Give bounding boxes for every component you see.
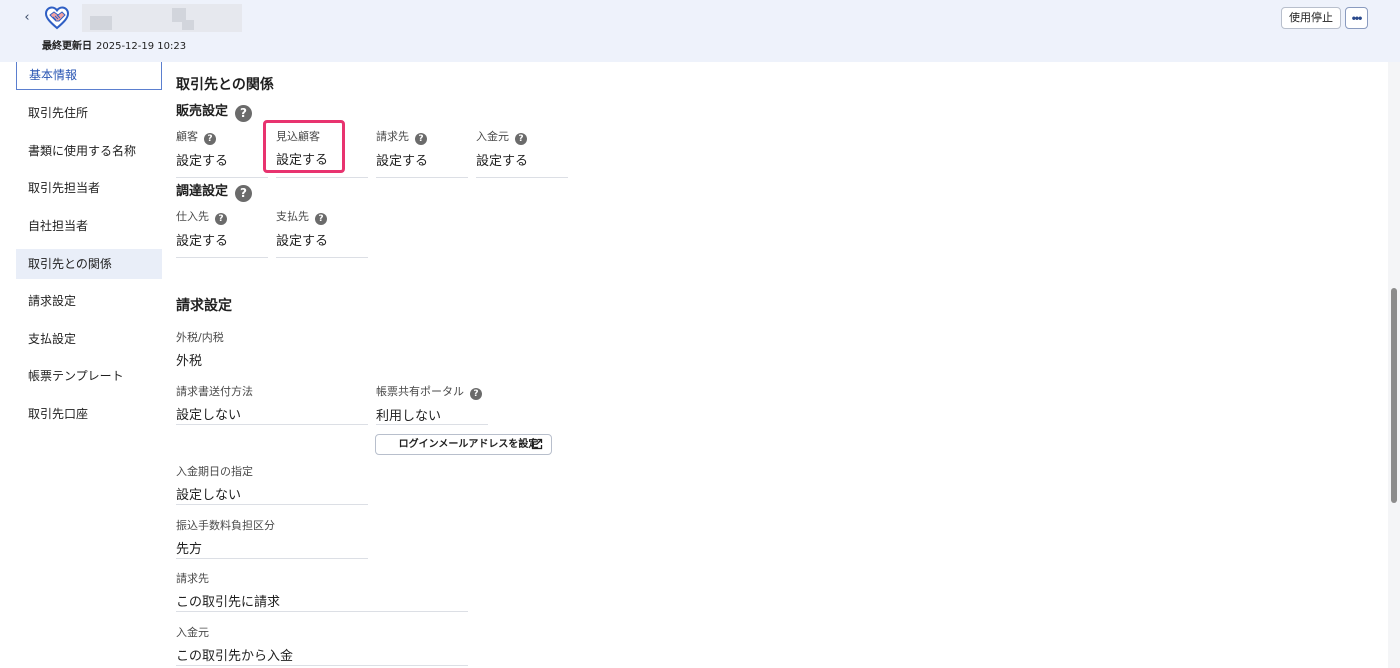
due-date-field: 入金期日の指定 設定しない bbox=[176, 463, 368, 505]
supplier-help-icon[interactable]: ? bbox=[215, 213, 227, 225]
vertical-scrollbar[interactable] bbox=[1388, 62, 1400, 668]
last-updated-label: 最終更新日 bbox=[42, 41, 92, 52]
portal-label: 帳票共有ポータル bbox=[376, 385, 464, 398]
portal-help-icon[interactable]: ? bbox=[470, 388, 482, 400]
supplier-label: 仕入先 bbox=[176, 210, 209, 223]
more-options-button[interactable]: ••• bbox=[1345, 7, 1368, 29]
due-date-value: 設定しない bbox=[176, 488, 242, 503]
payee-label: 支払先 bbox=[276, 210, 309, 223]
tax-type-field: 外税/内税 外税 bbox=[176, 329, 368, 379]
sales-settings-heading: 販売設定? bbox=[176, 100, 253, 122]
send-method-value: 設定しない bbox=[176, 408, 242, 423]
sidebar-item-bank-account[interactable]: 取引先口座 bbox=[16, 399, 162, 429]
send-method-field: 請求書送付方法 設定しない bbox=[176, 383, 368, 425]
set-login-email-button[interactable]: ログインメールアドレスを設定 bbox=[375, 434, 552, 455]
sidebar-item-form-template[interactable]: 帳票テンプレート bbox=[16, 361, 162, 391]
portal-field: 帳票共有ポータル? 利用しない bbox=[376, 383, 488, 425]
payer-value: 設定する bbox=[476, 154, 529, 169]
relationship-section-title: 取引先との関係 bbox=[176, 77, 274, 93]
transfer-fee-label: 振込手数料負担区分 bbox=[176, 519, 275, 532]
supplier-value: 設定する bbox=[176, 234, 229, 249]
back-chevron-icon[interactable]: ‹ bbox=[19, 9, 35, 27]
sidebar-item-partner-contact[interactable]: 取引先担当者 bbox=[16, 173, 162, 203]
last-updated-value: 2025-12-19 10:23 bbox=[96, 41, 187, 52]
record-header: ‹ 最終更新日 2025-12-19 10:23 使用停止 ••• bbox=[0, 0, 1400, 62]
tax-type-label: 外税/内税 bbox=[176, 331, 224, 344]
portal-value: 利用しない bbox=[376, 409, 442, 424]
customer-label: 顧客 bbox=[176, 130, 198, 143]
payee-field: 支払先? 設定する bbox=[276, 208, 368, 258]
scrollbar-thumb[interactable] bbox=[1391, 288, 1397, 503]
supplier-field: 仕入先? 設定する bbox=[176, 208, 268, 258]
set-login-email-label: ログインメールアドレスを設定 bbox=[398, 439, 539, 450]
deactivate-button[interactable]: 使用停止 bbox=[1281, 7, 1341, 29]
sales-help-icon[interactable]: ? bbox=[235, 105, 253, 122]
prospect-highlight-box bbox=[263, 120, 345, 173]
sidebar-item-address[interactable]: 取引先住所 bbox=[16, 98, 162, 128]
sidebar-item-billing-settings[interactable]: 請求設定 bbox=[16, 286, 162, 316]
payee-help-icon[interactable]: ? bbox=[315, 213, 327, 225]
sidebar-item-document-name[interactable]: 書類に使用する名称 bbox=[16, 136, 162, 166]
billing-payer-value: この取引先から入金 bbox=[176, 649, 294, 664]
send-method-label: 請求書送付方法 bbox=[176, 385, 253, 398]
payee-value: 設定する bbox=[276, 234, 329, 249]
billing-bill-to-value: この取引先に請求 bbox=[176, 595, 281, 610]
tax-type-value: 外税 bbox=[176, 354, 203, 369]
billing-bill-to-field: 請求先 この取引先に請求 bbox=[176, 570, 468, 612]
last-updated: 最終更新日 2025-12-19 10:23 bbox=[42, 37, 186, 52]
bill-to-label: 請求先 bbox=[376, 130, 409, 143]
sidebar-item-payment-settings[interactable]: 支払設定 bbox=[16, 324, 162, 354]
billing-payer-label: 入金元 bbox=[176, 626, 209, 639]
billing-bill-to-label: 請求先 bbox=[176, 572, 209, 585]
bill-to-value: 設定する bbox=[376, 154, 429, 169]
external-link-icon bbox=[531, 438, 543, 450]
customer-value: 設定する bbox=[176, 154, 229, 169]
handshake-heart-logo-icon bbox=[44, 6, 70, 30]
partner-name-redacted bbox=[82, 4, 242, 32]
procurement-settings-title: 調達設定 bbox=[176, 184, 229, 199]
sidebar-item-relationship[interactable]: 取引先との関係 bbox=[16, 249, 162, 279]
bill-to-field: 請求先? 設定する bbox=[376, 128, 468, 178]
bill-to-help-icon[interactable]: ? bbox=[415, 133, 427, 145]
billing-section-title: 請求設定 bbox=[176, 298, 232, 314]
sidebar-item-internal-contact[interactable]: 自社担当者 bbox=[16, 211, 162, 241]
due-date-label: 入金期日の指定 bbox=[176, 465, 253, 478]
procurement-help-icon[interactable]: ? bbox=[235, 185, 253, 202]
transfer-fee-field: 振込手数料負担区分 先方 bbox=[176, 517, 368, 559]
transfer-fee-value: 先方 bbox=[176, 542, 203, 557]
customer-help-icon[interactable]: ? bbox=[204, 133, 216, 145]
customer-field: 顧客? 設定する bbox=[176, 128, 268, 178]
payer-label: 入金元 bbox=[476, 130, 509, 143]
billing-payer-field: 入金元 この取引先から入金 bbox=[176, 624, 468, 666]
payer-help-icon[interactable]: ? bbox=[515, 133, 527, 145]
sales-settings-title: 販売設定 bbox=[176, 104, 229, 119]
payer-field: 入金元? 設定する bbox=[476, 128, 568, 178]
procurement-settings-heading: 調達設定? bbox=[176, 180, 253, 202]
sidebar-item-basic-info[interactable]: 基本情報 bbox=[16, 62, 162, 90]
